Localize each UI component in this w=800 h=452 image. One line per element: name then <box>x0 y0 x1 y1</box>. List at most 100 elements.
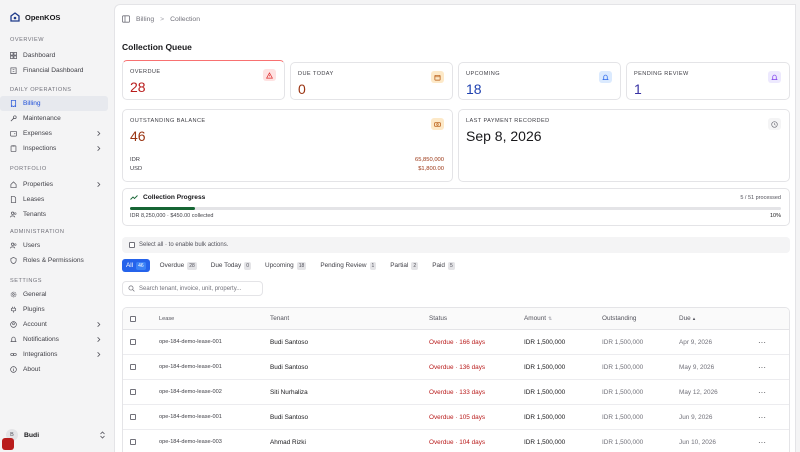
row-actions-button[interactable]: ··· <box>758 430 766 452</box>
row-checkbox[interactable] <box>130 414 136 420</box>
sidebar-item-notifications[interactable]: Notifications <box>0 332 108 347</box>
cell-outstanding: IDR 1,500,000 <box>602 363 644 371</box>
tab-label: Overdue <box>159 262 185 269</box>
row-actions-button[interactable]: ··· <box>758 405 766 429</box>
stat-card-upcoming[interactable]: UPCOMING 18 <box>458 62 621 100</box>
sidebar-item-roles-permissions[interactable]: Roles & Permissions <box>0 253 108 268</box>
sidebar-item-label: Plugins <box>23 306 45 313</box>
row-checkbox[interactable] <box>130 339 136 345</box>
sidebar-item-label: General <box>23 291 47 298</box>
search-input[interactable]: Search tenant, invoice, unit, property..… <box>122 281 263 296</box>
tab-label: Partial <box>390 262 409 269</box>
sidebar-item-inspections[interactable]: Inspections <box>0 141 108 156</box>
bell-icon <box>10 336 17 342</box>
search-icon <box>128 285 135 292</box>
sidebar-item-leases[interactable]: Leases <box>0 192 108 207</box>
row-actions-button[interactable]: ··· <box>758 330 766 354</box>
stat-card-pending-review[interactable]: PENDING REVIEW 1 <box>626 62 790 100</box>
column-header-outstanding[interactable]: Outstanding <box>602 308 636 329</box>
sidebar-item-billing[interactable]: Billing <box>0 96 108 111</box>
tab-count: 2 <box>411 261 419 270</box>
tab-overdue[interactable]: Overdue 28 <box>156 259 201 272</box>
progress-collected: IDR 8,250,000 · $450.00 collected <box>130 213 214 219</box>
sidebar-item-about[interactable]: About <box>0 362 108 377</box>
sidebar-item-label: Properties <box>23 181 54 188</box>
stat-label: PENDING REVIEW <box>634 71 689 77</box>
balance-label: OUTSTANDING BALANCE <box>130 118 206 124</box>
select-all-checkbox[interactable] <box>129 242 135 248</box>
cell-lease: ope-184-demo-lease-001 <box>159 339 222 345</box>
row-actions-button[interactable]: ··· <box>758 355 766 379</box>
sidebar-item-integrations[interactable]: Integrations <box>0 347 108 362</box>
stat-card-overdue[interactable]: OVERDUE 28 <box>122 60 285 100</box>
sidebar-item-expenses[interactable]: Expenses <box>0 126 108 141</box>
sidebar-toggle-icon[interactable] <box>122 15 130 23</box>
cell-status: Overdue · 104 days <box>429 438 486 446</box>
brand[interactable]: OpenKOS <box>10 12 60 22</box>
tab-count: 1 <box>369 261 377 270</box>
cell-outstanding: IDR 1,500,000 <box>602 388 644 396</box>
clipboard-icon <box>10 145 17 152</box>
sidebar-item-account[interactable]: Account <box>0 317 108 332</box>
user-menu[interactable]: B Budi <box>6 428 106 442</box>
collection-progress-card: Collection Progress 5 / 51 processed IDR… <box>122 188 790 226</box>
cell-lease: ope-184-demo-lease-003 <box>159 439 222 445</box>
sidebar-item-users[interactable]: Users <box>0 238 108 253</box>
sidebar-item-financial-dashboard[interactable]: Financial Dashboard <box>0 63 108 78</box>
tab-due-today[interactable]: Due Today 0 <box>207 259 255 272</box>
select-all-rows-checkbox[interactable] <box>130 315 136 322</box>
tab-partial[interactable]: Partial 2 <box>386 259 422 272</box>
stat-card-due-today[interactable]: DUE TODAY 0 <box>290 62 453 100</box>
shield-icon <box>10 257 17 264</box>
cell-amount: IDR 1,500,000 <box>524 388 566 396</box>
sidebar-item-plugins[interactable]: Plugins <box>0 302 108 317</box>
progress-title: Collection Progress <box>143 194 206 201</box>
sidebar-item-maintenance[interactable]: Maintenance <box>0 111 108 126</box>
sidebar-item-label: Inspections <box>23 145 57 152</box>
table-row[interactable]: ope-184-demo-lease-001 Budi Santoso Over… <box>123 355 789 380</box>
tab-all[interactable]: All 46 <box>122 259 150 272</box>
column-header-due[interactable]: Due ▴ <box>679 308 695 329</box>
column-header-status[interactable]: Status <box>429 308 447 329</box>
table-row[interactable]: ope-184-demo-lease-003 Ahmad Rizki Overd… <box>123 430 789 452</box>
cell-status: Overdue · 136 days <box>429 363 486 371</box>
gear-icon <box>10 291 17 298</box>
bulk-hint: Select all · to enable bulk actions. <box>139 242 229 248</box>
column-header-lease[interactable]: Lease <box>159 308 174 329</box>
page-title: Collection Queue <box>122 42 192 52</box>
sort-icon: ⇅ <box>548 315 553 322</box>
status-tabs: All 46 Overdue 28 Due Today 0 Upcoming 18 Pe… <box>122 259 459 272</box>
tab-upcoming[interactable]: Upcoming 18 <box>261 259 310 272</box>
row-checkbox[interactable] <box>130 389 136 395</box>
nav-group-overview: OVERVIEW Dashboard Financial Dashboard <box>0 35 114 78</box>
sidebar-item-tenants[interactable]: Tenants <box>0 207 108 222</box>
sidebar-item-properties[interactable]: Properties <box>0 177 108 192</box>
progress-track <box>130 207 781 210</box>
sidebar-item-general[interactable]: General <box>0 287 108 302</box>
outstanding-balance-card[interactable]: OUTSTANDING BALANCE 46 IDR 65,850,000 US… <box>122 109 453 182</box>
cell-status: Overdue · 105 days <box>429 413 486 421</box>
column-header-tenant[interactable]: Tenant <box>270 308 289 329</box>
table-row[interactable]: ope-184-demo-lease-001 Budi Santoso Over… <box>123 330 789 355</box>
table-row[interactable]: ope-184-demo-lease-001 Budi Santoso Over… <box>123 405 789 430</box>
breadcrumb-parent[interactable]: Billing <box>136 16 154 23</box>
receipt-icon <box>10 100 17 107</box>
progress-percent: 10% <box>769 213 781 219</box>
breadcrumb-separator: > <box>160 15 165 23</box>
row-checkbox[interactable] <box>130 364 136 370</box>
currency-amount: 65,850,000 <box>414 157 444 163</box>
sidebar-item-dashboard[interactable]: Dashboard <box>0 48 108 63</box>
cell-amount: IDR 1,500,000 <box>524 413 566 421</box>
column-header-label: Due <box>679 315 691 322</box>
row-actions-button[interactable]: ··· <box>758 380 766 404</box>
row-checkbox[interactable] <box>130 439 136 445</box>
breadcrumb-current: Collection <box>170 15 200 23</box>
chevron-updown-icon <box>100 431 105 439</box>
stat-value: 0 <box>298 81 306 97</box>
column-header-amount[interactable]: Amount ⇅ <box>524 308 552 329</box>
table-row[interactable]: ope-184-demo-lease-002 Siti Nurhaliza Ov… <box>123 380 789 405</box>
last-payment-card[interactable]: LAST PAYMENT RECORDED Sep 8, 2026 <box>458 109 790 182</box>
tab-paid[interactable]: Paid 5 <box>428 259 459 272</box>
currency-code: USD <box>130 166 143 172</box>
tab-pending-review[interactable]: Pending Review 1 <box>316 259 380 272</box>
